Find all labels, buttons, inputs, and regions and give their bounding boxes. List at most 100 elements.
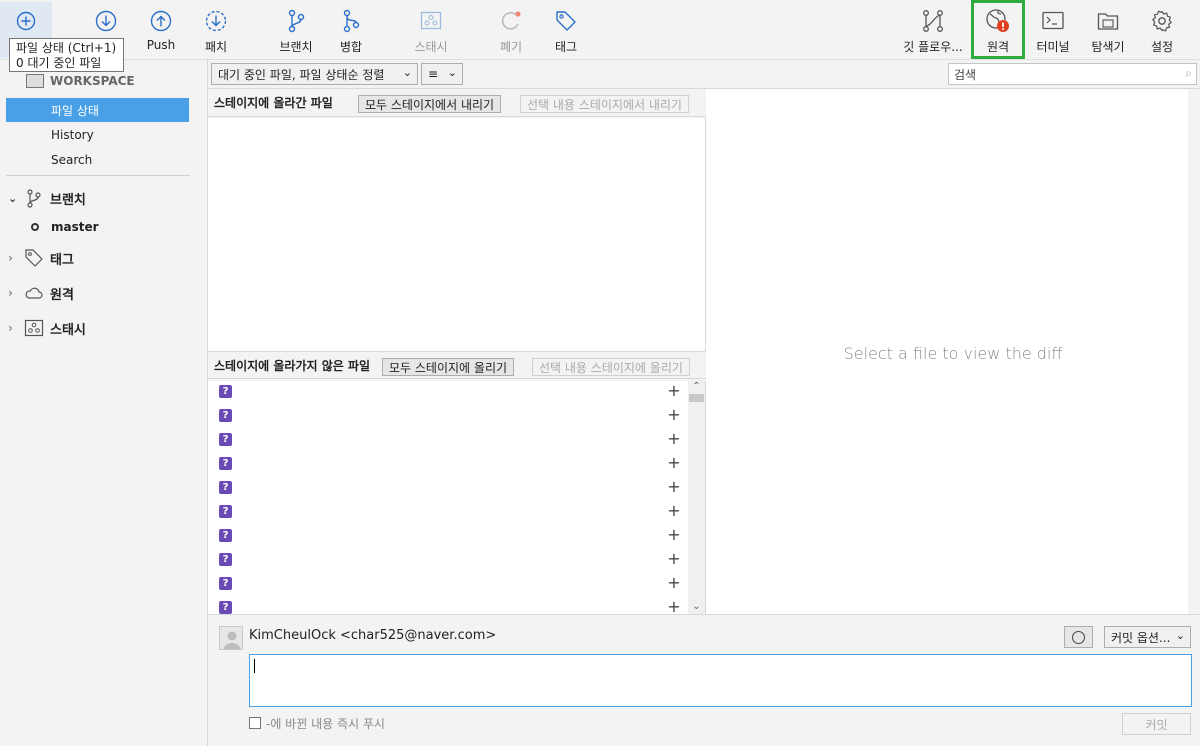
untracked-status-icon: ? [219, 457, 232, 470]
toolbar-branch-button[interactable]: 브랜치 [266, 8, 326, 55]
arrow-down-circle-icon [76, 8, 136, 34]
scrollbar-thumb[interactable] [689, 394, 704, 402]
staged-file-list[interactable] [208, 118, 706, 351]
tag-icon [25, 249, 43, 267]
stage-file-plus-icon[interactable]: + [667, 383, 681, 399]
commit-message-input[interactable] [249, 654, 1192, 707]
branch-name: master [51, 220, 99, 234]
plus-circle-icon [0, 8, 52, 34]
explorer-icon [1078, 8, 1138, 34]
stage-file-plus-icon[interactable]: + [667, 575, 681, 591]
sort-dropdown[interactable]: 대기 중인 파일, 파일 상태순 정렬 ⌄ [211, 63, 418, 85]
sort-dropdown-value: 대기 중인 파일, 파일 상태순 정렬 [218, 67, 385, 82]
arrow-up-circle-icon [131, 8, 191, 34]
search-input[interactable]: 검색 ⌕ [948, 63, 1197, 85]
stage-file-plus-icon[interactable]: + [667, 527, 681, 543]
sidebar-stashes-header[interactable]: › 스태시 [0, 316, 200, 340]
chevron-down-icon: ⌄ [447, 66, 457, 79]
toolbar-stash-button[interactable]: 스태시 [401, 8, 461, 55]
search-placeholder: 검색 [954, 67, 977, 82]
stage-selected-button[interactable]: 선택 내용 스테이지에 올리기 [532, 358, 690, 376]
push-immediately-label: -에 바뀐 내용 즉시 푸시 [266, 717, 385, 731]
stage-file-plus-icon[interactable]: + [667, 479, 681, 495]
untracked-status-icon: ? [219, 505, 232, 518]
toolbar-discard-button[interactable]: 폐기 [481, 8, 541, 55]
stage-file-plus-icon[interactable]: + [667, 599, 681, 615]
merge-icon [321, 8, 381, 34]
push-immediately-checkbox[interactable] [249, 717, 261, 729]
chevron-down-icon: ⌄ [8, 191, 18, 205]
list-item[interactable]: ? + [208, 549, 688, 573]
toolbar-push-button[interactable]: Push [131, 8, 191, 52]
untracked-status-icon: ? [219, 481, 232, 494]
list-item[interactable]: ? + [208, 573, 688, 597]
stage-file-plus-icon[interactable]: + [667, 407, 681, 423]
unstaged-scrollbar[interactable]: ⌃ ⌄ [688, 381, 705, 614]
toolbar-settings-button[interactable]: 설정 [1132, 8, 1192, 55]
toolbar-terminal-button[interactable]: 터미널 [1023, 8, 1083, 55]
toolbar-branch-label: 브랜치 [279, 40, 313, 54]
list-item[interactable]: ? + [208, 477, 688, 501]
toolbar-pull-button[interactable] [76, 8, 136, 34]
stage-all-button[interactable]: 모두 스테이지에 올리기 [382, 358, 515, 376]
unstage-all-button[interactable]: 모두 스테이지에서 내리기 [358, 95, 502, 113]
list-item[interactable]: ? + [208, 597, 688, 614]
stage-file-plus-icon[interactable]: + [667, 455, 681, 471]
cloud-icon [25, 287, 43, 299]
clock-icon [1072, 630, 1085, 644]
unstage-selected-button[interactable]: 선택 내용 스테이지에서 내리기 [520, 95, 689, 113]
tag-icon [536, 8, 596, 34]
toolbar-fetch-button[interactable]: 패치 [186, 8, 246, 55]
chevron-right-icon: › [8, 286, 13, 300]
filter-bar: 대기 중인 파일, 파일 상태순 정렬 ⌄ ≡ ⌄ 검색 ⌕ [208, 60, 1200, 89]
settings-gear-icon [1132, 8, 1192, 34]
diff-placeholder: Select a file to view the diff [843, 344, 1063, 363]
stage-file-plus-icon[interactable]: + [667, 503, 681, 519]
unstaged-file-list[interactable]: ⌃ ⌄ ? +? +? +? +? +? +? +? +? +? + [208, 381, 706, 614]
commit-options-dropdown[interactable]: 커밋 옵션... ⌄ [1104, 626, 1191, 648]
sidebar-item-label: Search [51, 153, 93, 167]
toolbar-git-flow-button[interactable]: 깃 플로우... [900, 8, 966, 55]
sidebar-branches-label: 브랜치 [50, 192, 86, 208]
commit-options-label: 커밋 옵션... [1111, 630, 1171, 645]
toolbar-git-flow-label: 깃 플로우... [903, 40, 963, 54]
list-item[interactable]: ? + [208, 453, 688, 477]
sidebar-tags-header[interactable]: › 태그 [0, 246, 200, 270]
list-item[interactable]: ? + [208, 381, 688, 405]
toolbar-merge-button[interactable]: 병합 [321, 8, 381, 55]
toolbar-explorer-label: 탐색기 [1091, 40, 1125, 54]
toolbar-tag-button[interactable]: 태그 [536, 8, 596, 55]
workspace-label: WORKSPACE [50, 74, 135, 88]
stage-file-plus-icon[interactable]: + [667, 551, 681, 567]
list-item[interactable]: ? + [208, 525, 688, 549]
stash-icon [401, 8, 461, 34]
stage-file-plus-icon[interactable]: + [667, 431, 681, 447]
sidebar-item-file-status[interactable]: 파일 상태 [6, 98, 189, 122]
sidebar-remotes-label: 원격 [50, 287, 74, 303]
list-item[interactable]: ? + [208, 429, 688, 453]
sidebar-branches-header[interactable]: ⌄ 브랜치 [0, 186, 200, 210]
main-toolbar: Push 패치 브랜치 병합 스태시 폐기 태그 깃 플로우... 원격 터미널… [0, 0, 1200, 60]
commit-author: KimCheulOck <char525@naver.com> [249, 628, 497, 643]
stash-icon [24, 319, 44, 337]
toolbar-tag-label: 태그 [554, 40, 578, 54]
diff-pane: Select a file to view the diff [706, 89, 1200, 614]
workspace-header[interactable]: WORKSPACE [26, 69, 226, 93]
view-mode-dropdown[interactable]: ≡ ⌄ [421, 63, 463, 85]
sidebar-branch-master[interactable]: master [0, 215, 200, 239]
commit-history-button[interactable] [1064, 626, 1093, 648]
sidebar-remotes-header[interactable]: › 원격 [0, 281, 200, 305]
scroll-up-arrow-icon[interactable]: ⌃ [688, 381, 705, 392]
sidebar-tags-label: 태그 [50, 252, 74, 268]
list-item[interactable]: ? + [208, 405, 688, 429]
list-item[interactable]: ? + [208, 501, 688, 525]
sidebar-item-history[interactable]: History [0, 123, 200, 147]
toolbar-stash-label: 스태시 [414, 40, 448, 54]
untracked-status-icon: ? [219, 601, 232, 614]
diff-scrollbar[interactable] [1188, 89, 1200, 614]
commit-button[interactable]: 커밋 [1122, 713, 1191, 735]
scroll-down-arrow-icon[interactable]: ⌄ [688, 601, 705, 612]
toolbar-explorer-button[interactable]: 탐색기 [1078, 8, 1138, 55]
sidebar-item-search[interactable]: Search [0, 148, 200, 172]
commit-button-label: 커밋 [1145, 717, 1168, 732]
